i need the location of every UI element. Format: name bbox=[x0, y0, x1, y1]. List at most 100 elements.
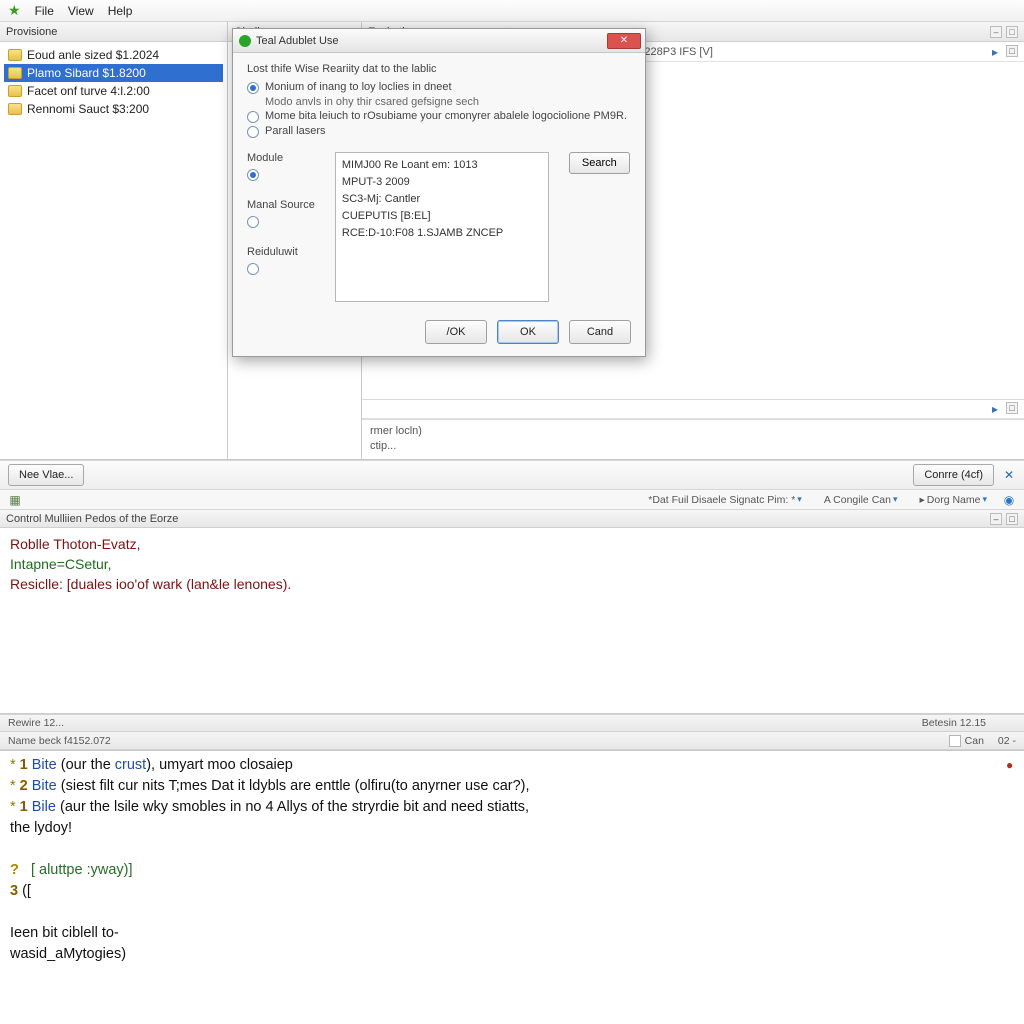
menu-help[interactable]: Help bbox=[108, 4, 133, 18]
provisions-item[interactable]: Eoud anle sized $1.2024 bbox=[4, 46, 223, 64]
options-bar: ▦ *Dat Fuil Disaele Signatc Pim: *▾ A Co… bbox=[0, 490, 1024, 510]
module-list-item[interactable]: MPUT-3 2009 bbox=[342, 174, 542, 191]
opt-compile[interactable]: A Congile Can▾ bbox=[817, 493, 905, 507]
control-panel-title: Control Mulliien Pedos of the Eorze bbox=[6, 513, 178, 525]
radio-icon bbox=[247, 82, 259, 94]
new-view-button[interactable]: Nee Vlae... bbox=[8, 464, 84, 486]
menu-view[interactable]: View bbox=[68, 4, 94, 18]
control-console[interactable]: Roblle Thoton-Evatz, Intapne=CSetur, Res… bbox=[0, 528, 1024, 714]
dialog-option-1[interactable]: Monium of inang to loy loclies in dneet bbox=[247, 81, 631, 94]
panel-restore-icon[interactable]: □ bbox=[1006, 26, 1018, 38]
status-b-can: Can bbox=[965, 735, 984, 747]
snippet-line: ctip... bbox=[370, 439, 1016, 454]
grid-icon[interactable]: ▦ bbox=[8, 493, 22, 507]
dialog-title: Teal Adublet Use bbox=[256, 35, 339, 47]
dialog-close-button[interactable]: ✕ bbox=[607, 33, 641, 49]
module-list-item[interactable]: SC3-Mj: Cantler bbox=[342, 191, 542, 208]
dialog-cancel-button[interactable]: Cand bbox=[569, 320, 631, 344]
status-b-right: 02 - bbox=[998, 735, 1016, 747]
radio-icon[interactable] bbox=[247, 263, 259, 275]
folder-icon bbox=[8, 85, 22, 97]
dialog-search-button[interactable]: Search bbox=[569, 152, 630, 174]
play-icon[interactable]: ▸ bbox=[988, 45, 1002, 59]
editor-line bbox=[10, 839, 1014, 860]
dialog-option-sublabel: Modo anvls in ohy thir csared gefsigne s… bbox=[265, 96, 479, 108]
dialog-option-label: Parall lasers bbox=[265, 125, 326, 137]
dialog-ok-button[interactable]: OK bbox=[497, 320, 559, 344]
provisions-title: Provisione bbox=[6, 26, 57, 38]
folder-icon bbox=[8, 67, 22, 79]
panel-minimize-icon[interactable]: – bbox=[990, 26, 1002, 38]
menu-file[interactable]: File bbox=[35, 4, 54, 18]
editor-line: * 1 Bite (our the crust), umyart moo clo… bbox=[10, 755, 1014, 776]
source-label: Manal Source bbox=[247, 199, 315, 211]
mid-toolbar: Nee Vlae... Conrre (4cf) ✕ bbox=[0, 460, 1024, 490]
code-editor[interactable]: ● * 1 Bite (our the crust), umyart moo c… bbox=[0, 750, 1024, 1012]
status-a-right: Betesin 12.15 bbox=[922, 717, 986, 729]
status-a-left: Rewire 12... bbox=[8, 717, 64, 729]
snippet-box: rmer locln) ctip... bbox=[362, 419, 1024, 459]
module-list-item[interactable]: MIMJ00 Re Loant em: 1013 bbox=[342, 157, 542, 174]
provisions-item[interactable]: Plamo Sibard $1.8200 bbox=[4, 64, 223, 82]
dialog-prompt: Lost thife Wise Reariity dat to the labl… bbox=[247, 63, 631, 75]
dialog-option-1-sub: Modo anvls in ohy thir csared gefsigne s… bbox=[265, 96, 631, 108]
control-panel-header: Control Mulliien Pedos of the Eorze – □ bbox=[0, 510, 1024, 528]
status-b-left: Name beck f4152.072 bbox=[8, 735, 111, 747]
panel-restore-icon[interactable]: □ bbox=[1006, 45, 1018, 57]
dialog-titlebar[interactable]: Teal Adublet Use ✕ bbox=[233, 29, 645, 53]
module-listbox[interactable]: MIMJ00 Re Loant em: 1013 MPUT-3 2009 SC3… bbox=[335, 152, 549, 302]
module-list-item[interactable]: CUEPUTIS [B:EL] bbox=[342, 208, 542, 225]
status-bar-a: Rewire 12... Betesin 12.15 bbox=[0, 714, 1024, 732]
radio-icon[interactable] bbox=[247, 169, 259, 181]
folder-icon bbox=[8, 49, 22, 61]
provisions-header: Provisione bbox=[0, 22, 227, 42]
radio-icon bbox=[247, 126, 259, 138]
console-line: Intapne=CSetur, bbox=[10, 554, 1014, 574]
dialog-option-3[interactable]: Parall lasers bbox=[247, 125, 631, 138]
provisions-item-label: Rennomi Sauct $3:200 bbox=[27, 102, 149, 116]
provisions-item[interactable]: Facet onf turve 4:l.2:00 bbox=[4, 82, 223, 100]
provisions-item-label: Eoud anle sized $1.2024 bbox=[27, 48, 159, 62]
conrre-button[interactable]: Conrre (4cf) bbox=[913, 464, 994, 486]
provisions-tree: Eoud anle sized $1.2024 Plamo Sibard $1.… bbox=[0, 42, 227, 122]
dialog-app-icon bbox=[239, 35, 251, 47]
editor-line: * 1 Bile (aur the lsile wky smobles in n… bbox=[10, 797, 1014, 818]
close-x-icon[interactable]: ✕ bbox=[1002, 468, 1016, 482]
radio-icon[interactable] bbox=[247, 216, 259, 228]
console-line: Resiclle: [duales ioo'of wark (lan&le le… bbox=[10, 574, 1014, 594]
provisions-item[interactable]: Rennomi Sauct $3:200 bbox=[4, 100, 223, 118]
radio-icon bbox=[247, 111, 259, 123]
provisions-panel: Provisione Eoud anle sized $1.2024 Plamo… bbox=[0, 22, 228, 459]
folder-icon bbox=[8, 103, 22, 115]
editor-line: 3 ([ bbox=[10, 881, 1014, 902]
opt-dorg[interactable]: ▸ Dorg Name ▾ bbox=[913, 493, 995, 507]
editor-line: ? [ aluttpe :yway)] bbox=[10, 860, 1014, 881]
dialog-option-2[interactable]: Mome bita leiuch to rOsubiame your cmony… bbox=[247, 110, 631, 123]
help-icon[interactable]: ◉ bbox=[1002, 493, 1016, 507]
editor-line bbox=[10, 902, 1014, 923]
editor-line: Ieen bit ciblell to- bbox=[10, 923, 1014, 944]
provisions-item-label: Plamo Sibard $1.8200 bbox=[27, 66, 146, 80]
console-line: Roblle Thoton-Evatz, bbox=[10, 534, 1014, 554]
editor-line: wasid_aMytogies) bbox=[10, 944, 1014, 965]
play-icon[interactable]: ▸ bbox=[988, 402, 1002, 416]
module-list-item[interactable]: RCE:D-10:F08 1.SJAMB ZNCEP bbox=[342, 225, 542, 242]
opt-pin[interactable]: *Dat Fuil Disaele Signatc Pim: *▾ bbox=[641, 493, 809, 507]
module-dialog: Teal Adublet Use ✕ Lost thife Wise Reari… bbox=[232, 28, 646, 357]
editor-line: the lydoy! bbox=[10, 818, 1014, 839]
reduluwit-label: Reiduluwit bbox=[247, 246, 315, 258]
editor-close-icon[interactable]: ● bbox=[1006, 755, 1018, 767]
status-bar-b: Name beck f4152.072 Can 02 - bbox=[0, 732, 1024, 750]
provisions-item-label: Facet onf turve 4:l.2:00 bbox=[27, 84, 150, 98]
flag-icon[interactable] bbox=[949, 735, 961, 747]
panel-restore-icon[interactable]: □ bbox=[1006, 513, 1018, 525]
panel-restore-icon[interactable]: □ bbox=[1006, 402, 1018, 414]
app-icon-star: ★ bbox=[8, 2, 21, 19]
snippet-line: rmer locln) bbox=[370, 424, 1016, 439]
module-label: Module bbox=[247, 152, 315, 164]
dialog-option-label: Monium of inang to loy loclies in dneet bbox=[265, 81, 452, 93]
panel-minimize-icon[interactable]: – bbox=[990, 513, 1002, 525]
editor-line: * 2 Bite (siest filt cur nits T;mes Dat … bbox=[10, 776, 1014, 797]
dialog-iok-button[interactable]: /OK bbox=[425, 320, 487, 344]
menubar: ★ File View Help bbox=[0, 0, 1024, 22]
